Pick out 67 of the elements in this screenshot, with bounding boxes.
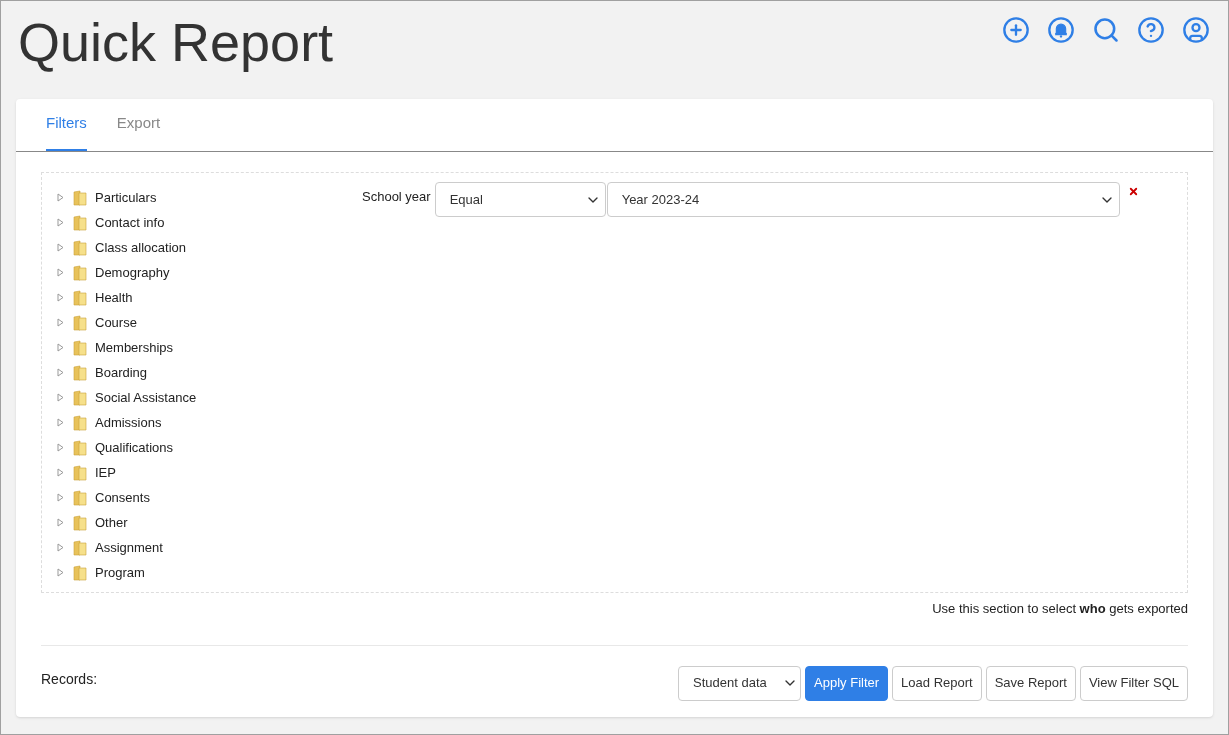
tree-label: Other (95, 513, 128, 532)
folder-icon (73, 564, 87, 581)
records-label: Records: (41, 669, 98, 689)
tree-label: Demography (95, 263, 170, 282)
tree-label: Assignment (95, 538, 163, 557)
tree-item[interactable]: Class allocation (57, 235, 362, 260)
folder-icon (73, 389, 87, 406)
hint-text: Use this section to select who gets exported (932, 600, 1188, 618)
folder-icon (73, 489, 87, 506)
folder-icon (73, 239, 87, 256)
tree-item[interactable]: Qualifications (57, 435, 362, 460)
add-icon[interactable] (1002, 16, 1030, 44)
operator-select[interactable]: Equal (434, 182, 606, 217)
tree-item[interactable]: Program (57, 560, 362, 585)
action-button[interactable]: Apply Filter (805, 665, 889, 701)
tree-label: Social Assistance (95, 388, 197, 407)
folder-icon (73, 414, 87, 431)
folder-icon (73, 214, 87, 231)
tree-label: Health (95, 288, 133, 307)
tree-item[interactable]: Health (57, 285, 362, 310)
tree-item[interactable]: Course (57, 310, 362, 335)
tree-item[interactable]: Particulars (57, 185, 362, 210)
page-title: Quick Report (18, 11, 334, 74)
action-button[interactable]: View Filter SQL (1079, 665, 1188, 701)
folder-icon (73, 189, 87, 206)
folder-icon (73, 539, 87, 556)
tab[interactable]: Export (116, 111, 161, 151)
folder-icon (73, 314, 87, 331)
tree-item[interactable]: Assignment (57, 535, 362, 560)
tree-label: Admissions (95, 413, 162, 432)
tree-label: Particulars (95, 188, 157, 207)
action-button[interactable]: Load Report (892, 665, 982, 701)
folder-icon (73, 264, 87, 281)
action-button[interactable]: Save Report (985, 665, 1076, 701)
folder-icon (73, 289, 87, 306)
filter-label: School year (362, 188, 431, 206)
remove-icon[interactable] (1127, 186, 1139, 197)
tree-item[interactable]: Social Assistance (57, 385, 362, 410)
records-select[interactable]: Student data (678, 665, 802, 701)
tree-item[interactable]: IEP (57, 460, 362, 485)
search-icon[interactable] (1092, 16, 1120, 44)
tree-label: Boarding (95, 363, 148, 382)
folder-icon (73, 364, 87, 381)
tree-label: IEP (95, 463, 116, 482)
tree-label: Contact info (95, 213, 165, 232)
tree-item[interactable]: Admissions (57, 410, 362, 435)
tree-item[interactable]: Contact info (57, 210, 362, 235)
folder-icon (73, 514, 87, 531)
tree-item[interactable]: Memberships (57, 335, 362, 360)
value-select[interactable]: Year 2023-24 (606, 182, 1120, 217)
tree-label: Consents (95, 488, 150, 507)
tree-item[interactable]: Demography (57, 260, 362, 285)
tab[interactable]: Filters (46, 111, 87, 151)
tree-label: Class allocation (95, 238, 187, 257)
folder-icon (73, 464, 87, 481)
tree-label: Program (95, 563, 145, 582)
help-icon[interactable] (1137, 16, 1165, 44)
tree-item[interactable]: Other (57, 510, 362, 535)
tree-label: Qualifications (95, 438, 174, 457)
tree-label: Memberships (95, 338, 174, 357)
tree-label: Course (95, 313, 137, 332)
user-icon[interactable] (1182, 16, 1210, 44)
tree-item[interactable]: Consents (57, 485, 362, 510)
bell-icon[interactable] (1047, 16, 1075, 44)
tree-item[interactable]: Boarding (57, 360, 362, 385)
folder-icon (73, 339, 87, 356)
folder-icon (73, 439, 87, 456)
